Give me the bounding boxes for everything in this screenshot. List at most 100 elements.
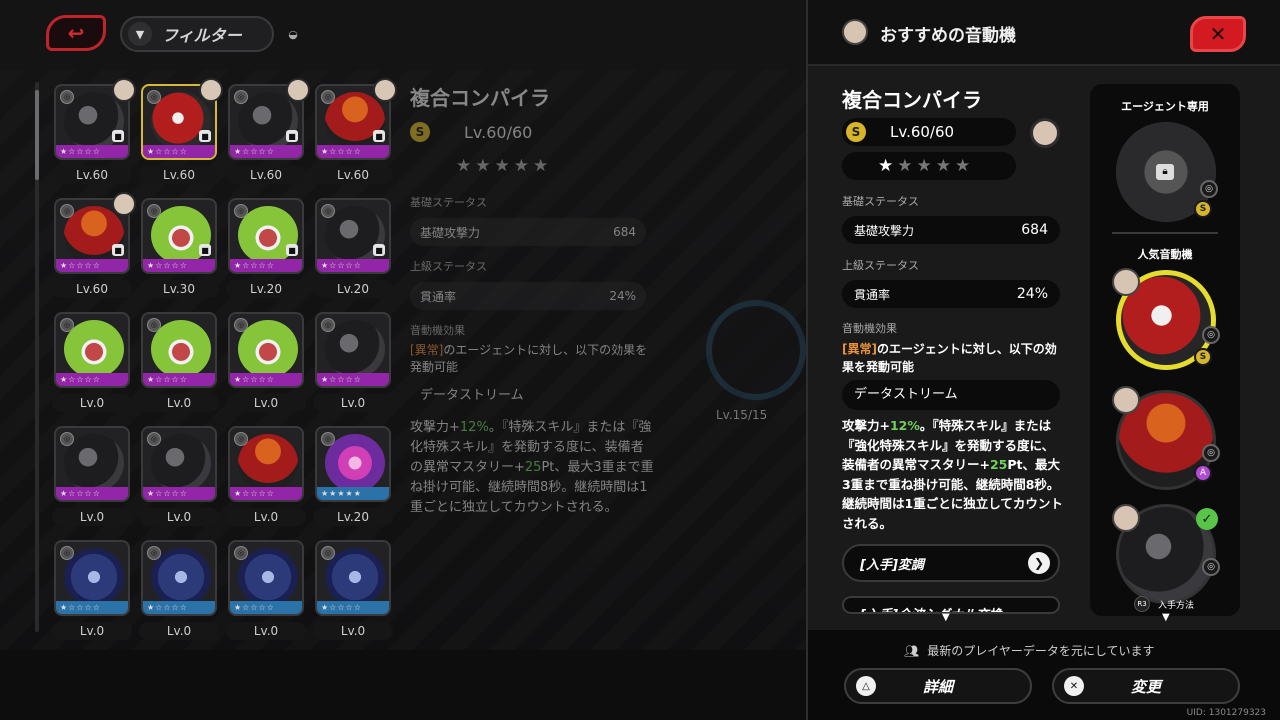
w-engine-card[interactable]: ◎ ★☆☆☆☆ bbox=[228, 312, 304, 388]
slot-icon: ◎ bbox=[321, 204, 335, 218]
w-engine-art bbox=[64, 320, 124, 378]
rank-a-icon: A bbox=[1194, 464, 1212, 482]
engine-level: Lv.60/60 bbox=[890, 123, 955, 141]
how-to-get[interactable]: R3 入手方法 bbox=[1134, 596, 1194, 612]
w-engine-slot[interactable]: ◎ ■ ★☆☆☆☆ Lv.60 bbox=[226, 78, 310, 188]
w-engine-card[interactable]: ◎ ★☆☆☆☆ bbox=[141, 312, 217, 388]
dimmed-adv-section: 上級ステータス bbox=[410, 260, 487, 273]
dimmed-adv-stat: 貫通率 24% bbox=[410, 282, 646, 310]
w-engine-slot[interactable]: ◎ ■ ★☆☆☆☆ Lv.60 bbox=[139, 78, 223, 188]
w-engine-slot[interactable]: ◎ ★☆☆☆☆ Lv.0 bbox=[52, 310, 132, 416]
grid-scrollbar-thumb[interactable] bbox=[35, 90, 39, 180]
w-engine-slot[interactable]: ◎ ★☆☆☆☆ Lv.0 bbox=[226, 310, 306, 416]
advanced-stat-row: 貫通率 24% bbox=[842, 280, 1060, 308]
lock-icon: 🔒︎ bbox=[1156, 164, 1174, 180]
w-engine-card[interactable]: ◎ ★☆☆☆☆ bbox=[315, 540, 391, 616]
w-engine-card[interactable]: ◎ ■ ★☆☆☆☆ bbox=[228, 198, 304, 274]
back-button[interactable]: ↩ bbox=[46, 15, 106, 51]
agent-only-header: エージェント専用 bbox=[1121, 100, 1209, 113]
w-engine-slot[interactable]: ◎ ★☆☆☆☆ Lv.0 bbox=[52, 538, 132, 644]
w-engine-card[interactable]: ◎ ★☆☆☆☆ bbox=[54, 312, 130, 388]
w-engine-level: Lv.0 bbox=[226, 394, 306, 412]
slot-icon: ◎ bbox=[147, 318, 161, 332]
change-button[interactable]: ✕ 変更 bbox=[1052, 668, 1240, 704]
detail-button[interactable]: △ 詳細 bbox=[844, 668, 1032, 704]
triangle-button-icon: △ bbox=[856, 676, 876, 696]
w-engine-slot[interactable]: ◎ ★☆☆☆☆ Lv.0 bbox=[139, 538, 219, 644]
agent-face bbox=[1112, 504, 1140, 532]
slot-icon: ◎ bbox=[1200, 180, 1218, 198]
w-engine-slot[interactable]: ◎ ★☆☆☆☆ Lv.0 bbox=[226, 538, 306, 644]
rarity-stars: ★☆☆☆☆ bbox=[56, 259, 128, 272]
w-engine-card[interactable]: ◎ ★☆☆☆☆ bbox=[141, 540, 217, 616]
rarity-stars: ★☆☆☆☆ bbox=[56, 145, 128, 158]
rarity-stars: ★☆☆☆☆ bbox=[230, 487, 302, 500]
popular-header: 人気音動機 bbox=[1137, 248, 1193, 261]
slot-icon: ◎ bbox=[60, 432, 74, 446]
acquire-button[interactable]: [入手]変調 ❯ bbox=[842, 544, 1060, 582]
rarity-stars: ★☆☆☆☆ bbox=[230, 601, 302, 614]
slot-icon: ◎ bbox=[321, 90, 335, 104]
close-button[interactable]: ✕ bbox=[1190, 16, 1246, 52]
w-engine-slot[interactable]: ◎ ■ ★☆☆☆☆ Lv.60 bbox=[52, 192, 136, 302]
w-engine-card[interactable]: ◎ ★☆☆☆☆ bbox=[315, 312, 391, 388]
w-engine-level: Lv.0 bbox=[139, 394, 219, 412]
w-engine-level: Lv.60 bbox=[139, 166, 219, 184]
close-icon: ✕ bbox=[1209, 22, 1227, 46]
slot-icon: ◎ bbox=[60, 204, 74, 218]
w-engine-card[interactable]: ◎ ★☆☆☆☆ bbox=[141, 426, 217, 502]
rarity-stars: ★☆☆☆☆ bbox=[143, 145, 215, 158]
acquire-label: [入手]変調 bbox=[860, 557, 924, 573]
w-engine-card[interactable]: ◎ ■ ★☆☆☆☆ bbox=[315, 198, 391, 274]
filter-button[interactable]: ▼ フィルター bbox=[120, 16, 274, 52]
slot-icon: ◎ bbox=[1202, 326, 1220, 344]
advanced-stats-section: 上級ステータス bbox=[842, 259, 919, 272]
w-engine-art bbox=[64, 434, 124, 492]
w-engine-card[interactable]: ◎ ★☆☆☆☆ bbox=[228, 426, 304, 502]
w-engine-card[interactable]: ◎ ■ ★☆☆☆☆ bbox=[141, 198, 217, 274]
rarity-stars: ★☆☆☆☆ bbox=[230, 259, 302, 272]
w-engine-card[interactable]: ◎ ★☆☆☆☆ bbox=[54, 540, 130, 616]
w-engine-card[interactable]: ◎ ★☆☆☆☆ bbox=[228, 540, 304, 616]
w-engine-level: Lv.0 bbox=[226, 622, 306, 640]
lock-icon: ■ bbox=[112, 244, 124, 256]
rarity-stars: ★☆☆☆☆ bbox=[143, 373, 215, 386]
uid-label: UID: 1301279323 bbox=[1186, 708, 1266, 718]
w-engine-level: Lv.0 bbox=[52, 508, 132, 526]
rarity-stars: ★☆☆☆☆ bbox=[230, 373, 302, 386]
w-engine-slot[interactable]: ◎ ■ ★☆☆☆☆ Lv.60 bbox=[52, 78, 136, 188]
sort-toggle-icon[interactable]: ◒ bbox=[282, 24, 304, 44]
w-engine-slot[interactable]: ◎ ■ ★☆☆☆☆ Lv.20 bbox=[313, 196, 393, 302]
dimmed-effect-text: [異常]のエージェントに対し、以下の効果を発動可能 bbox=[410, 343, 648, 374]
equipped-agent-face bbox=[112, 192, 136, 216]
scroll-down-icon: ▼ bbox=[942, 612, 950, 623]
w-engine-slot[interactable]: ◎ ★☆☆☆☆ Lv.0 bbox=[139, 310, 219, 416]
recommended-panel: おすすめの音動機 ✕ 複合コンパイラ S Lv.60/60 ★★★★★ 基礎ステ… bbox=[806, 0, 1280, 720]
w-engine-level: Lv.20 bbox=[313, 508, 393, 526]
w-engine-slot[interactable]: ◎ ★☆☆☆☆ Lv.0 bbox=[313, 310, 393, 416]
dimmed-stars: ★★★★★ bbox=[456, 156, 553, 176]
w-engine-slot[interactable]: ◎ ★★★★★ Lv.20 bbox=[313, 424, 393, 530]
w-engine-level: Lv.20 bbox=[226, 280, 306, 298]
base-stat-value: 684 bbox=[1021, 222, 1048, 238]
w-engine-slot[interactable]: ◎ ■ ★☆☆☆☆ Lv.20 bbox=[226, 196, 306, 302]
w-engine-art bbox=[151, 434, 211, 492]
dimmed-effect-name: データストリーム bbox=[420, 388, 524, 403]
w-engine-slot[interactable]: ◎ ★☆☆☆☆ Lv.0 bbox=[313, 538, 393, 644]
w-engine-card[interactable]: ◎ ★☆☆☆☆ bbox=[54, 426, 130, 502]
slot-icon: ◎ bbox=[147, 546, 161, 560]
w-engine-slot[interactable]: ◎ ★☆☆☆☆ Lv.0 bbox=[52, 424, 132, 530]
w-engine-slot[interactable]: ◎ ■ ★☆☆☆☆ Lv.30 bbox=[139, 196, 219, 302]
w-engine-card[interactable]: ◎ ★★★★★ bbox=[315, 426, 391, 502]
rarity-stars: ★☆☆☆☆ bbox=[143, 487, 215, 500]
w-engine-slot[interactable]: ◎ ★☆☆☆☆ Lv.0 bbox=[226, 424, 306, 530]
w-engine-level: Lv.0 bbox=[139, 622, 219, 640]
rarity-stars: ★☆☆☆☆ bbox=[56, 601, 128, 614]
acquire-button-2[interactable]: [入手]全波シグナル交換 bbox=[842, 596, 1060, 614]
w-engine-slot[interactable]: ◎ ■ ★☆☆☆☆ Lv.60 bbox=[313, 78, 397, 188]
dimmed-engine-name: 複合コンパイラ bbox=[410, 86, 550, 110]
effect-description: 攻撃力+12%。『特殊スキル』または『強化特殊スキル』を発動する度に、装備者の異… bbox=[842, 418, 1063, 531]
data-source-note: 👥︎ 最新のプレイヤーデータを元にしています bbox=[904, 643, 1155, 659]
w-engine-slot[interactable]: ◎ ★☆☆☆☆ Lv.0 bbox=[139, 424, 219, 530]
slot-icon: ◎ bbox=[1202, 558, 1220, 576]
